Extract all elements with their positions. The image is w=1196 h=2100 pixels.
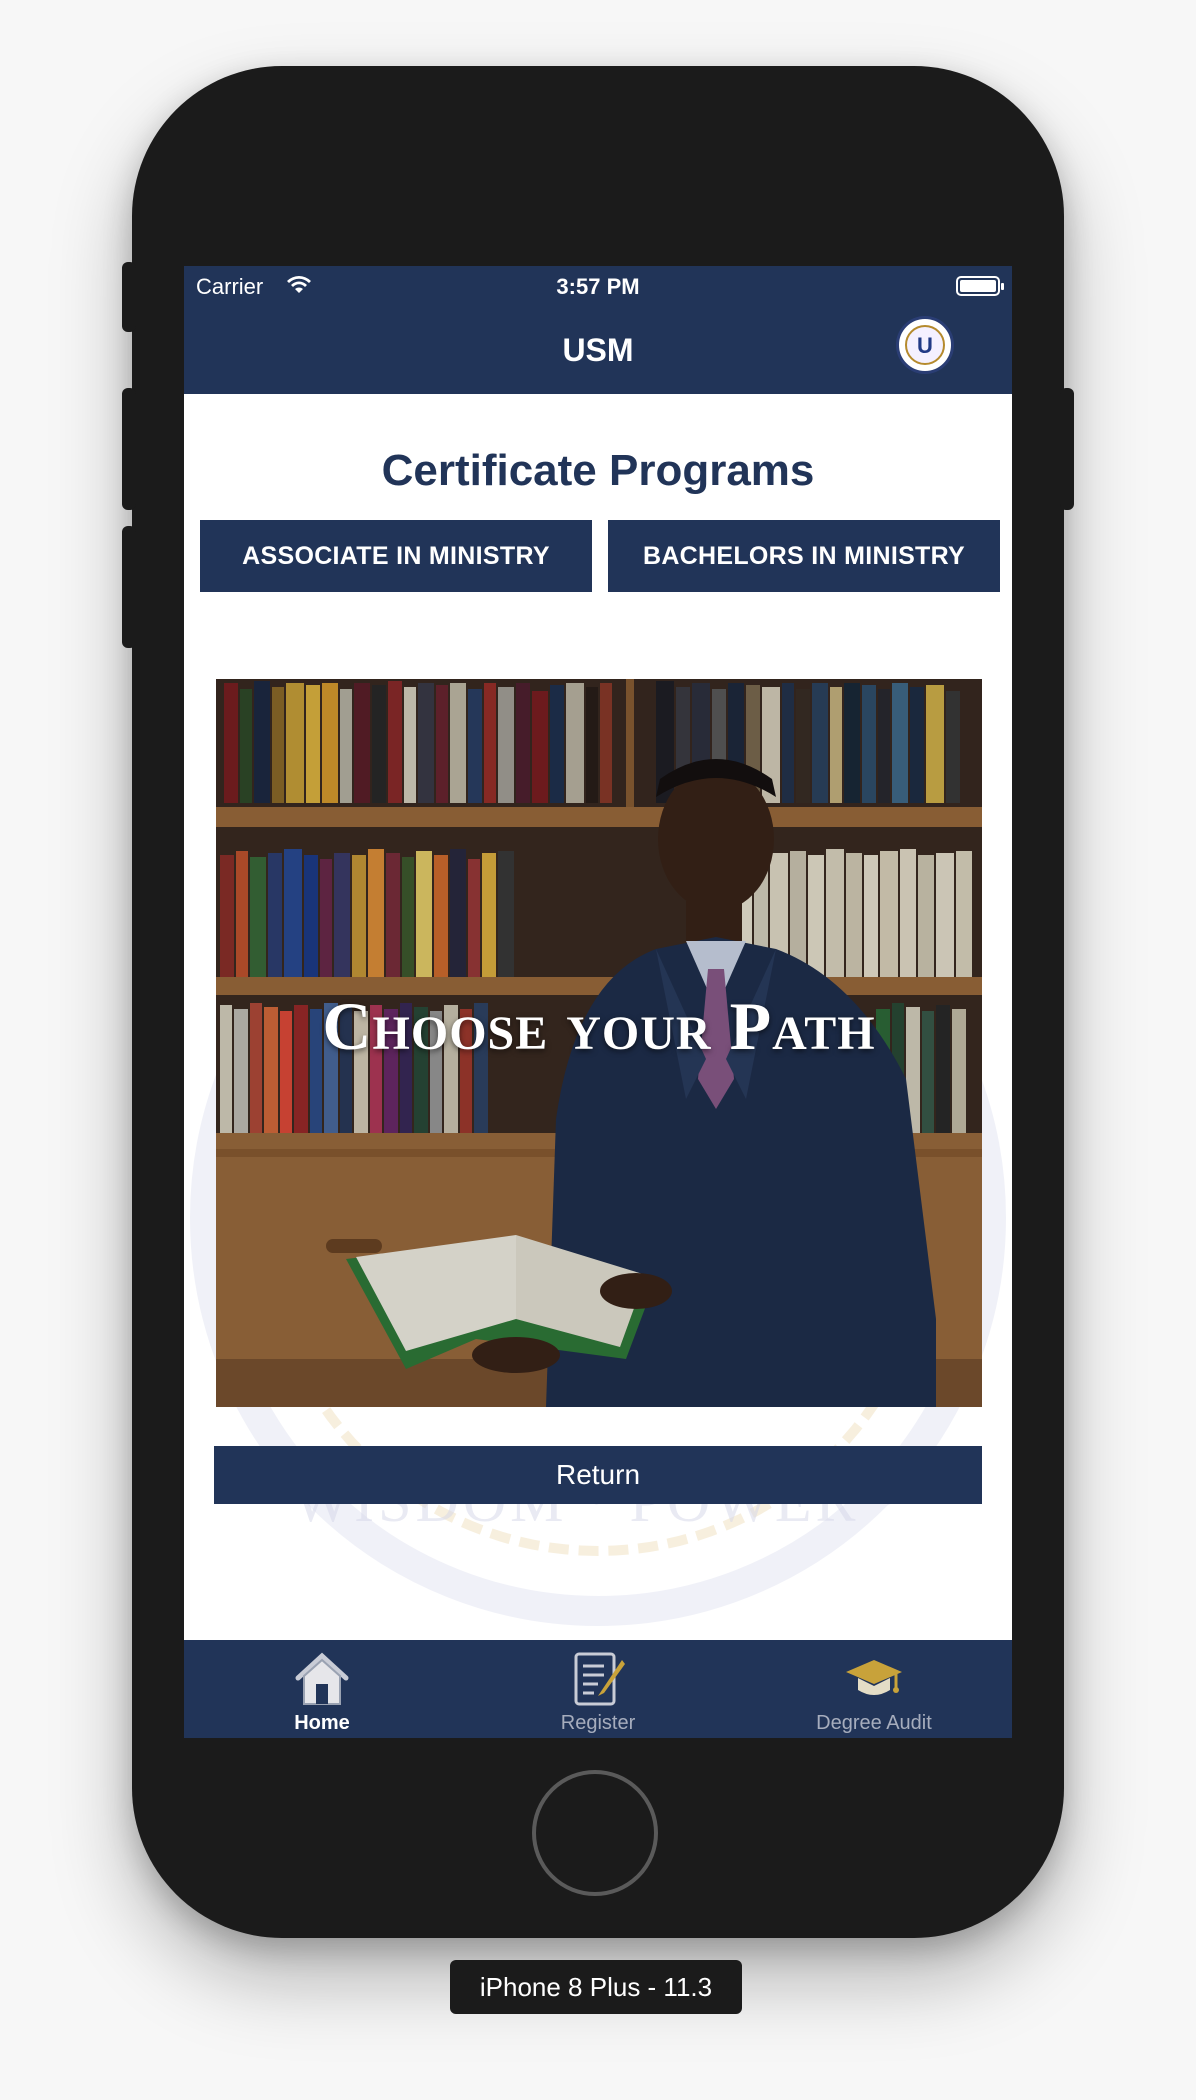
tab-degree-audit[interactable]: Degree Audit — [736, 1640, 1012, 1738]
app-screen: WISDOM · POWER · Carrier 3:57 PM USM U C… — [184, 266, 1012, 1738]
simulator-device-label: iPhone 8 Plus - 11.3 — [450, 1960, 742, 2014]
register-icon — [568, 1648, 628, 1708]
tab-degree-audit-label: Degree Audit — [816, 1712, 932, 1734]
device-home-button[interactable] — [532, 1770, 658, 1896]
hero-image: Choose your Path — [216, 679, 982, 1407]
tab-home[interactable]: Home — [184, 1640, 460, 1738]
logo-glyph: U — [917, 333, 933, 358]
navigation-bar: USM U — [184, 306, 1012, 394]
battery-icon — [956, 276, 1004, 296]
tab-register-label: Register — [560, 1712, 636, 1734]
tab-bar: Home Register Degree Audit — [184, 1640, 1012, 1738]
volume-down-button — [122, 526, 136, 648]
tab-register[interactable]: Register — [460, 1640, 736, 1738]
home-icon — [292, 1648, 352, 1708]
mute-switch — [122, 262, 136, 332]
associate-in-ministry-button[interactable]: ASSOCIATE IN MINISTRY — [200, 520, 592, 592]
logo-inner-ring: U — [905, 325, 945, 365]
status-time: 3:57 PM — [556, 274, 640, 299]
page-title: Certificate Programs — [381, 446, 815, 495]
usm-logo-icon[interactable]: U — [896, 316, 954, 374]
graduation-cap-icon — [844, 1648, 904, 1708]
status-bar: Carrier 3:57 PM — [184, 266, 1012, 306]
bachelors-in-ministry-button[interactable]: BACHELORS IN MINISTRY — [608, 520, 1000, 592]
power-button — [1060, 388, 1074, 510]
nav-title: USM — [562, 332, 634, 368]
volume-up-button — [122, 388, 136, 510]
return-button[interactable]: Return — [214, 1446, 982, 1504]
tab-home-label: Home — [294, 1712, 350, 1734]
hero-caption: Choose your Path — [322, 988, 876, 1064]
